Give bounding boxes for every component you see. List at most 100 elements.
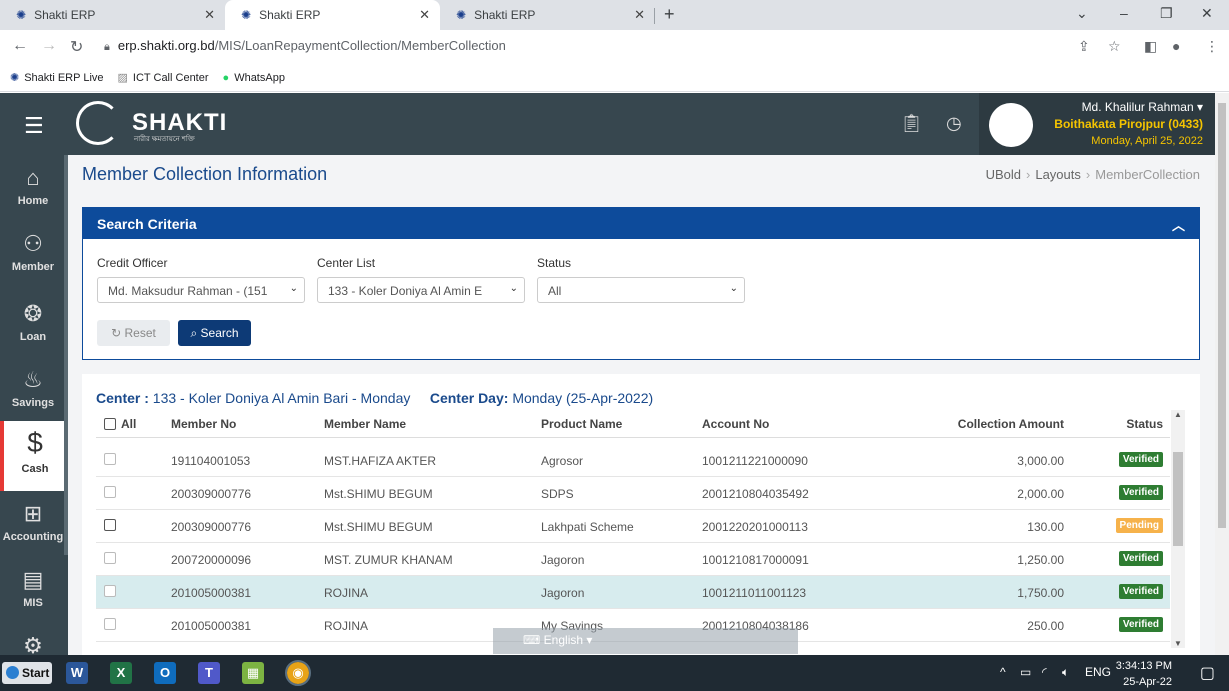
close-tab-icon[interactable]: ✕ (204, 7, 215, 23)
table-row[interactable]: 191104001053 MST.HAFIZA AKTER Agrosor 10… (96, 444, 1170, 477)
browser-tab-2[interactable]: ✺ Shakti ERP ✕ (225, 0, 440, 30)
breadcrumb-item[interactable]: UBold (986, 167, 1021, 182)
wifi-icon[interactable]: ◜ (1042, 665, 1047, 679)
bookmark-ict-call-center[interactable]: ▨ ICT Call Center (118, 71, 209, 85)
new-tab-icon[interactable]: + (664, 4, 675, 25)
clipboard-icon[interactable]: 📋︎ (900, 113, 923, 134)
row-checkbox[interactable] (104, 585, 116, 597)
row-checkbox[interactable] (104, 453, 116, 465)
reset-button[interactable]: ↻ Reset (97, 320, 170, 346)
loan-icon: ❂ (23, 301, 43, 326)
battery-icon[interactable]: ▭ (1020, 665, 1031, 679)
excel-icon[interactable]: X (110, 662, 132, 684)
browser-tab-3[interactable]: ✺ Shakti ERP ✕ (440, 0, 655, 30)
language-label: English (543, 633, 584, 647)
user-profile-dropdown[interactable]: Md. Khalilur Rahman ▾ Boithakata Pirojpu… (979, 93, 1215, 155)
language-indicator[interactable]: ENG (1085, 665, 1111, 679)
side-panel-icon[interactable]: ◧ (1144, 38, 1157, 55)
shakti-logo[interactable]: SHAKTI নারীর ক্ষমতায়নে শক্তি (76, 101, 227, 145)
table-scrollbar[interactable]: ▲ ▼ (1171, 410, 1185, 648)
close-tab-icon[interactable]: ✕ (419, 7, 430, 23)
menu-kebab-icon[interactable]: ⋮ (1205, 38, 1219, 55)
browser-tab-bar: ✺ Shakti ERP ✕ ✺ Shakti ERP ✕ ✺ Shakti E… (0, 0, 1229, 30)
chevron-right-icon: › (1026, 167, 1031, 182)
close-window-icon[interactable]: ✕ (1201, 5, 1213, 22)
chevron-down-icon: ⌄ (729, 283, 738, 294)
reload-icon[interactable]: ↻ (70, 37, 83, 57)
row-checkbox[interactable] (104, 618, 116, 630)
center-value: 133 - Koler Doniya Al Amin Bari - Monday (152, 390, 411, 406)
tray-chevron-up-icon[interactable]: ^ (1000, 665, 1006, 679)
search-criteria-header[interactable]: Search Criteria ︿ (83, 208, 1199, 239)
header-status[interactable]: Status (1126, 417, 1163, 431)
word-icon[interactable]: W (66, 662, 88, 684)
browser-tab-1[interactable]: ✺ Shakti ERP ✕ (0, 0, 225, 30)
notification-icon[interactable]: ▢ (1200, 663, 1215, 683)
sidebar-item-accounting[interactable]: ⊞ Accounting (0, 491, 66, 557)
header-member-no[interactable]: Member No (171, 417, 236, 431)
scroll-down-icon[interactable]: ▼ (1174, 639, 1182, 648)
tab-search-chevron-icon[interactable]: ⌄ (1076, 5, 1088, 22)
bookmark-star-icon[interactable]: ☆ (1108, 38, 1121, 55)
sidebar-item-cash[interactable]: $ Cash (0, 421, 66, 491)
sidebar-item-savings[interactable]: ♨ Savings (0, 357, 66, 423)
header-product-name[interactable]: Product Name (541, 417, 622, 431)
volume-icon[interactable]: 🔈︎ (1062, 665, 1069, 680)
close-tab-icon[interactable]: ✕ (634, 7, 645, 23)
select-all-checkbox[interactable] (104, 418, 116, 430)
header-account-no[interactable]: Account No (702, 417, 769, 431)
top-navbar: ☰ SHAKTI নারীর ক্ষমতায়নে শক্তি 📋︎ ◷ Md.… (0, 93, 1215, 155)
scroll-up-icon[interactable]: ▲ (1174, 410, 1182, 419)
start-button[interactable]: Start (2, 662, 52, 684)
table-row[interactable]: 200309000776 Mst.SHIMU BEGUM Lakhpati Sc… (96, 510, 1170, 543)
status-select[interactable]: All ⌄ (537, 277, 745, 303)
system-clock[interactable]: 3:34:13 PM 25-Apr-22 (1116, 658, 1172, 690)
sidebar-item-mis[interactable]: ▤ MIS (0, 557, 66, 623)
page-scrollbar[interactable] (1215, 93, 1229, 655)
collapse-chevron-icon[interactable]: ︿ (1172, 215, 1185, 234)
table-row[interactable]: 200309000776 Mst.SHIMU BEGUM SDPS 200121… (96, 477, 1170, 510)
hamburger-menu-icon[interactable]: ☰ (24, 113, 44, 139)
row-checkbox[interactable] (104, 486, 116, 498)
user-name: Md. Khalilur Rahman ▾ (1081, 100, 1203, 114)
page-scroll-thumb[interactable] (1218, 103, 1226, 528)
tab-title: Shakti ERP (34, 8, 96, 22)
sidebar-item-member[interactable]: ⚇ Member (0, 221, 66, 287)
search-button[interactable]: ⌕ Search (178, 320, 251, 346)
forward-arrow-icon[interactable]: → (41, 37, 57, 55)
sidebar-item-settings[interactable]: ⚙ (0, 623, 66, 655)
back-arrow-icon[interactable]: ← (12, 37, 28, 55)
breadcrumb-item[interactable]: Layouts (1035, 167, 1081, 182)
language-bar[interactable]: ⌨ English ▾ (493, 628, 798, 654)
header-member-name[interactable]: Member Name (324, 417, 406, 431)
sidebar-item-home[interactable]: ⌂ Home (0, 155, 66, 221)
row-checkbox[interactable] (104, 519, 116, 531)
minimize-icon[interactable]: – (1120, 5, 1128, 21)
center-list-select[interactable]: 133 - Koler Doniya Al Amin E ⌄ (317, 277, 525, 303)
sidebar-scrollbar[interactable] (64, 155, 68, 555)
history-clock-icon[interactable]: ◷ (946, 113, 962, 134)
bookmark-whatsapp[interactable]: ● WhatsApp (223, 72, 285, 84)
table-scroll-thumb[interactable] (1173, 452, 1183, 546)
sidebar-item-loan[interactable]: ❂ Loan (0, 291, 66, 357)
product-name: Agrosor (541, 454, 584, 468)
share-icon[interactable]: ⇪ (1078, 38, 1090, 55)
credit-officer-select[interactable]: Md. Maksudur Rahman - (151 ⌄ (97, 277, 305, 303)
app-icon[interactable]: ▦ (242, 662, 264, 684)
profile-icon[interactable]: ● (1172, 38, 1180, 54)
header-all: All (121, 417, 137, 431)
address-bar[interactable]: 🔒︎ erp.shakti.org.bd/MIS/LoanRepaymentCol… (104, 38, 506, 54)
bookmark-shakti-erp-live[interactable]: ✺ Shakti ERP Live (10, 71, 104, 85)
chrome-icon[interactable]: ◉ (285, 660, 311, 686)
header-collection-amount[interactable]: Collection Amount (958, 417, 1064, 431)
calculator-icon: ⊞ (23, 501, 43, 526)
table-row[interactable]: 201005000381 ROJINA Jagoron 100121101100… (96, 576, 1170, 609)
clock-date: 25-Apr-22 (1123, 676, 1172, 688)
product-name: Jagoron (541, 586, 585, 600)
table-row[interactable]: 200720000096 MST. ZUMUR KHANAM Jagoron 1… (96, 543, 1170, 576)
product-name: Lakhpati Scheme (541, 520, 634, 534)
row-checkbox[interactable] (104, 552, 116, 564)
teams-icon[interactable]: T (198, 662, 220, 684)
maximize-icon[interactable]: ❐ (1160, 5, 1173, 22)
outlook-icon[interactable]: O (154, 662, 176, 684)
